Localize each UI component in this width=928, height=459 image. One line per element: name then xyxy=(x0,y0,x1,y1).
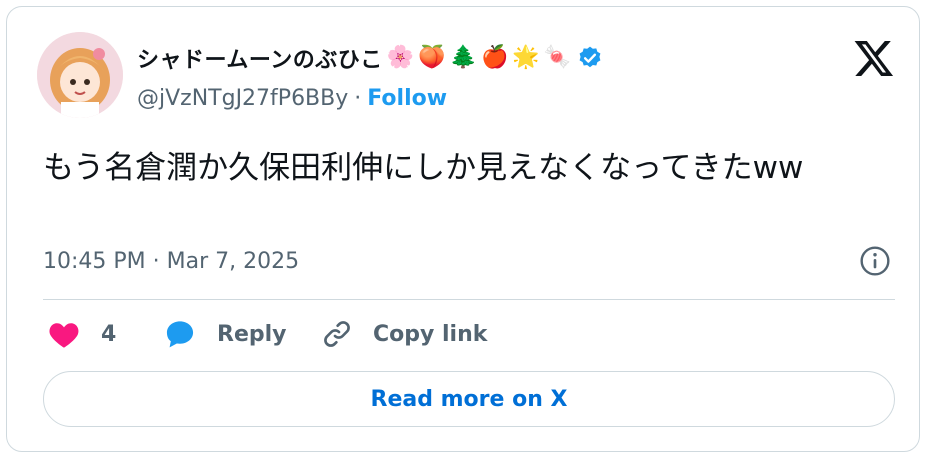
divider xyxy=(43,299,895,300)
tweet-timestamp[interactable]: 10:45 PM · Mar 7, 2025 xyxy=(43,245,299,277)
emoji-star: 🌟 xyxy=(512,45,540,70)
like-button[interactable]: 4 xyxy=(47,316,116,352)
emoji-tree: 🌲 xyxy=(449,45,477,70)
copy-link-button[interactable]: Copy link xyxy=(321,316,487,352)
verified-badge-icon xyxy=(579,46,601,68)
tweet-text: もう名倉潤か久保田利伸にしか見えなくなってきたww xyxy=(43,150,804,186)
reply-button[interactable]: Reply xyxy=(163,316,287,352)
copy-link-label: Copy link xyxy=(373,321,488,347)
anime-girl-avatar-icon xyxy=(37,32,123,118)
user-handle[interactable]: @jVzNTgJ27fP6BBy xyxy=(137,86,348,111)
like-count: 4 xyxy=(101,321,117,347)
emoji-apple: 🍎 xyxy=(480,45,509,70)
emoji-peach: 🍑 xyxy=(418,45,446,70)
reply-bubble-icon xyxy=(166,321,194,348)
reply-label: Reply xyxy=(217,321,287,347)
separator-dot: · xyxy=(354,85,362,111)
avatar[interactable] xyxy=(37,32,123,118)
display-name[interactable]: シャドームーンのぶひこ xyxy=(137,42,383,74)
link-icon xyxy=(324,321,350,347)
author-name-row[interactable]: シャドームーンのぶひこ 🌸 🍑 🌲 🍎 🌟 🍬 xyxy=(137,41,603,75)
read-more-button[interactable]: Read more on X xyxy=(43,371,895,427)
x-logo-icon[interactable] xyxy=(853,37,895,79)
heart-icon xyxy=(49,323,79,348)
info-icon[interactable] xyxy=(859,245,891,277)
embedded-tweet-card: シャドームーンのぶひこ 🌸 🍑 🌲 🍎 🌟 🍬 @jVzNTgJ27fP6BBy… xyxy=(6,6,920,452)
handle-row: @jVzNTgJ27fP6BBy · Follow xyxy=(137,83,447,113)
emoji-candy: 🍬 xyxy=(543,45,572,70)
follow-button[interactable]: Follow xyxy=(367,86,447,111)
emoji-cherry-blossom: 🌸 xyxy=(386,45,415,70)
